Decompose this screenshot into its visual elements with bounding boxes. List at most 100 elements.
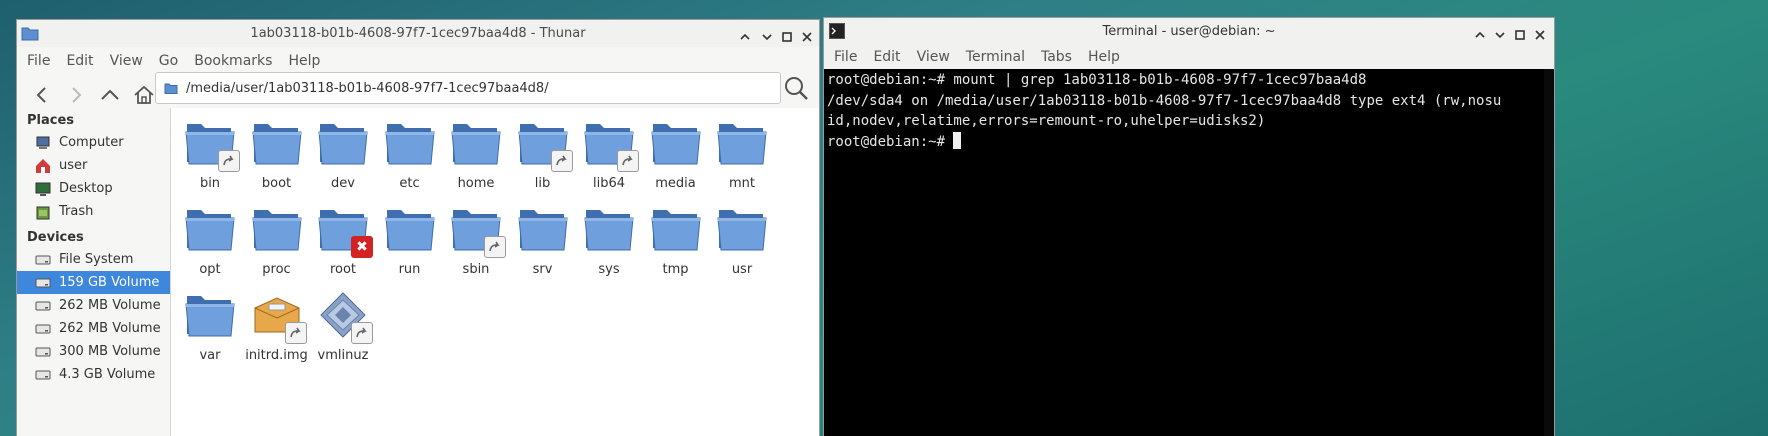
- window-title: 1ab03118-b01b-4608-97f7-1cec97baa4d8 - T…: [250, 26, 586, 41]
- file-name: root: [329, 262, 357, 277]
- menu-bookmarks[interactable]: Bookmarks: [194, 53, 282, 69]
- close-icon[interactable]: [799, 29, 815, 45]
- minimize-up-icon[interactable]: [737, 29, 753, 45]
- close-icon[interactable]: [1532, 27, 1548, 43]
- thunar-titlebar[interactable]: 1ab03118-b01b-4608-97f7-1cec97baa4d8 - T…: [17, 20, 819, 47]
- maximize-icon[interactable]: [1512, 27, 1528, 43]
- file-item[interactable]: etc: [377, 118, 443, 191]
- symlink-badge-icon: [484, 236, 506, 258]
- file-item[interactable]: lib: [510, 118, 576, 191]
- sidebar-item-filesystem[interactable]: File System: [17, 248, 170, 271]
- file-name: lib: [534, 176, 551, 191]
- thunar-window: 1ab03118-b01b-4608-97f7-1cec97baa4d8 - T…: [16, 19, 820, 436]
- file-item[interactable]: usr: [709, 204, 775, 277]
- drive-icon: [35, 255, 51, 264]
- file-item[interactable]: var: [177, 290, 243, 363]
- file-name: dev: [331, 176, 355, 191]
- file-name: sys: [598, 262, 620, 277]
- file-item[interactable]: boot: [244, 118, 310, 191]
- file-name: initrd.img: [245, 348, 308, 363]
- file-name: mnt: [729, 176, 755, 191]
- file-item[interactable]: vmlinuz: [310, 290, 376, 363]
- file-item[interactable]: media: [643, 118, 709, 191]
- location-bar[interactable]: /media/user/1ab03118-b01b-4608-97f7-1cec…: [155, 72, 781, 104]
- symlink-badge-icon: [351, 322, 373, 344]
- sidebar-item-300mb-volume[interactable]: 300 MB Volume: [17, 340, 170, 363]
- kernel-file-icon: [317, 290, 373, 344]
- menu-tabs[interactable]: Tabs: [1041, 49, 1082, 65]
- terminal-scrollbar[interactable]: [1544, 69, 1554, 436]
- folder-icon: [450, 118, 502, 168]
- up-button[interactable]: [95, 80, 125, 110]
- file-item[interactable]: bin: [177, 118, 243, 191]
- file-item[interactable]: initrd.img: [244, 290, 310, 363]
- terminal-line: root@debian:~# mount | grep 1ab03118-b01…: [827, 72, 1367, 88]
- menu-view[interactable]: View: [917, 49, 960, 65]
- drive-icon: [35, 278, 51, 287]
- folder-icon: [184, 118, 240, 172]
- location-path: /media/user/1ab03118-b01b-4608-97f7-1cec…: [186, 80, 549, 96]
- file-item[interactable]: run: [377, 204, 443, 277]
- drive-icon: [35, 301, 51, 310]
- folder-icon: [583, 204, 635, 254]
- drive-icon: [35, 347, 51, 356]
- terminal-line: id,nodev,relatime,errors=remount-ro,uhel…: [827, 113, 1266, 129]
- terminal-output[interactable]: root@debian:~# mount | grep 1ab03118-b01…: [824, 69, 1554, 436]
- menu-help[interactable]: Help: [288, 53, 330, 69]
- sidebar-item-4-3gb-volume[interactable]: 4.3 GB Volume: [17, 363, 170, 386]
- sidebar-item-user[interactable]: user: [17, 154, 170, 177]
- no-access-badge-icon: ✖: [351, 236, 373, 258]
- maximize-icon[interactable]: [779, 29, 795, 45]
- symlink-badge-icon: [218, 150, 240, 172]
- sidebar-item-262mb-volume[interactable]: 262 MB Volume: [17, 294, 170, 317]
- menu-edit[interactable]: Edit: [66, 53, 103, 69]
- back-button[interactable]: [27, 80, 57, 110]
- sidebar-item-label: File System: [59, 252, 134, 267]
- file-item[interactable]: home: [443, 118, 509, 191]
- terminal-line: /dev/sda4 on /media/user/1ab03118-b01b-4…: [827, 92, 1502, 109]
- menu-go[interactable]: Go: [159, 53, 188, 69]
- folder-icon: [164, 83, 178, 94]
- sidebar-item-trash[interactable]: Trash: [17, 200, 170, 223]
- forward-button[interactable]: [61, 80, 91, 110]
- sidebar-item-computer[interactable]: Computer: [17, 131, 170, 154]
- menu-edit[interactable]: Edit: [873, 49, 910, 65]
- file-item[interactable]: proc: [244, 204, 310, 277]
- menu-help[interactable]: Help: [1088, 49, 1130, 65]
- terminal-titlebar[interactable]: Terminal - user@debian: ~: [824, 18, 1554, 45]
- file-item[interactable]: srv: [510, 204, 576, 277]
- file-item[interactable]: sbin: [443, 204, 509, 277]
- file-item[interactable]: dev: [310, 118, 376, 191]
- sidebar-item-label: 262 MB Volume: [59, 298, 161, 313]
- drive-icon: [35, 324, 51, 333]
- folder-icon: [317, 118, 369, 168]
- desktop-icon: [35, 182, 51, 196]
- file-name: sbin: [462, 262, 490, 277]
- menu-file[interactable]: File: [834, 49, 867, 65]
- minimize-icon[interactable]: [759, 29, 775, 45]
- sidebar-item-desktop[interactable]: Desktop: [17, 177, 170, 200]
- search-button[interactable]: [782, 74, 810, 102]
- file-item[interactable]: mnt: [709, 118, 775, 191]
- folder-icon: [517, 118, 573, 172]
- symlink-badge-icon: [617, 150, 639, 172]
- sidebar-item-262mb-volume-2[interactable]: 262 MB Volume: [17, 317, 170, 340]
- minimize-icon[interactable]: [1492, 27, 1508, 43]
- package-icon: [251, 290, 307, 344]
- file-name: boot: [261, 176, 292, 191]
- menu-file[interactable]: File: [27, 53, 60, 69]
- minimize-up-icon[interactable]: [1472, 27, 1488, 43]
- folder-icon: ✖: [317, 204, 373, 258]
- file-item[interactable]: lib64: [576, 118, 642, 191]
- sidebar-item-159gb-volume[interactable]: 159 GB Volume: [17, 271, 170, 294]
- file-item[interactable]: tmp: [643, 204, 709, 277]
- file-item[interactable]: ✖ root: [310, 204, 376, 277]
- file-item[interactable]: sys: [576, 204, 642, 277]
- file-grid: bin boot dev etc home lib lib64 media mnt opt proc…: [171, 108, 819, 436]
- menu-view[interactable]: View: [110, 53, 153, 69]
- window-title: Terminal - user@debian: ~: [1102, 24, 1276, 39]
- sidebar: Places Computer user Desktop Trash Devic…: [17, 108, 171, 436]
- menu-terminal[interactable]: Terminal: [966, 49, 1035, 65]
- text-cursor: [953, 131, 962, 149]
- file-item[interactable]: opt: [177, 204, 243, 277]
